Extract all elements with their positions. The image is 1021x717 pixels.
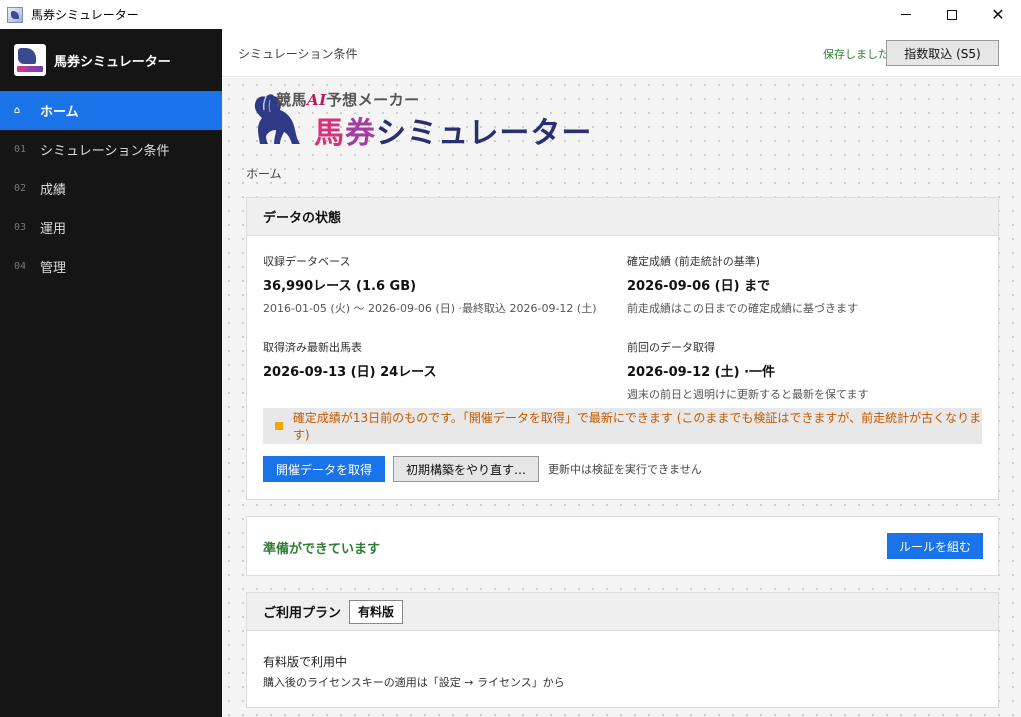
warning-icon — [275, 422, 283, 430]
minimize-icon — [901, 14, 911, 15]
main-content: 競馬AI予想メーカー 馬券シミュレーター ホーム データの状態 収録データベース… — [222, 78, 1021, 717]
database-range: 2016-01-05 (火) ～ 2026-09-06 (日) ·最終取込 20… — [263, 302, 597, 315]
plan-license-note: 購入後のライセンスキーの適用は「設定 → ライセンス」から — [263, 676, 565, 689]
confirmed-results-label: 確定成績 (前走統計の基準) — [627, 255, 761, 268]
previous-fetch-value: 2026-09-12 (土) ·一件 — [627, 365, 776, 380]
logo-subtitle-post: 予想メーカー — [326, 91, 420, 109]
maximize-button[interactable] — [929, 0, 975, 29]
update-note: 更新中は検証を実行できません — [548, 463, 702, 476]
sidebar-brand-name: 馬券シミュレーター — [54, 54, 171, 70]
sidebar-item-number: 04 — [14, 261, 27, 272]
close-icon: ✕ — [991, 4, 1005, 24]
previous-fetch-field: 前回のデータ取得 2026-09-12 (土) ·一件 週末の前日と週明けに更新… — [627, 339, 987, 403]
ready-card: 準備ができています ルールを組む — [246, 516, 999, 576]
maximize-icon — [947, 9, 957, 20]
window-controls: ✕ — [883, 0, 1021, 29]
sidebar: 馬券シミュレーター ⌂ ホーム 01 シミュレーション条件 02 成績 03 運… — [0, 29, 222, 717]
saved-status: 保存しました — [823, 48, 889, 61]
database-field: 収録データベース 36,990レース (1.6 GB) 2016-01-05 (… — [263, 253, 603, 317]
sidebar-item-home[interactable]: ⌂ ホーム — [0, 91, 222, 130]
sidebar-item-admin[interactable]: 04 管理 — [0, 247, 222, 286]
fetch-race-data-button[interactable]: 開催データを取得 — [263, 456, 386, 482]
logo-title-part3: シミュレーター — [376, 116, 593, 151]
sidebar-item-label: 運用 — [40, 222, 67, 237]
breadcrumb: ホーム — [246, 167, 282, 181]
sidebar-item-label: 成績 — [40, 183, 67, 198]
database-value: 36,990レース (1.6 GB) — [263, 279, 417, 294]
plan-header: ご利用プラン 有料版 — [247, 593, 998, 631]
plan-badge: 有料版 — [349, 599, 404, 624]
plan-status-text: 有料版で利用中 — [263, 655, 348, 669]
logo-title: 馬券シミュレーター — [314, 108, 592, 152]
index-import-button[interactable]: 指数取込 (S5) — [886, 40, 999, 66]
previous-fetch-label: 前回のデータ取得 — [627, 341, 715, 354]
logo-title-part2: 券 — [345, 116, 376, 151]
logo-title-part1: 馬 — [314, 116, 345, 151]
build-rule-button[interactable]: ルールを組む — [886, 533, 983, 559]
sidebar-item-label: シミュレーション条件 — [40, 144, 170, 159]
latest-entries-label: 取得済み最新出馬表 — [263, 341, 362, 354]
logo-subtitle-pre: 競馬 — [276, 91, 308, 109]
logo-subtitle-ai: AI — [307, 91, 327, 109]
sidebar-item-operation[interactable]: 03 運用 — [0, 208, 222, 247]
top-header: シミュレーション条件 保存しました 指数取込 (S5) — [222, 29, 1021, 77]
confirmed-results-note: 前走成績はこの日までの確定成績に基づきます — [627, 302, 858, 315]
header-crumb[interactable]: シミュレーション条件 — [238, 45, 358, 62]
sidebar-item-label: ホーム — [40, 105, 79, 120]
logo-subtitle: 競馬AI予想メーカー — [276, 89, 420, 110]
rebuild-initial-button[interactable]: 初期構築をやり直す… — [393, 456, 540, 482]
stale-data-warning: 確定成績が13日前のものです。「開催データを取得」で最新にできます (このままで… — [263, 408, 982, 444]
status-actions: 開催データを取得 初期構築をやり直す… 更新中は検証を実行できません — [263, 456, 702, 482]
close-button[interactable]: ✕ — [975, 0, 1021, 29]
minimize-button[interactable] — [883, 0, 929, 29]
database-label: 収録データベース — [263, 255, 351, 268]
confirmed-results-field: 確定成績 (前走統計の基準) 2026-09-06 (日) まで 前走成績はこの… — [627, 253, 987, 317]
warning-text: 確定成績が13日前のものです。「開催データを取得」で最新にできます (このままで… — [292, 411, 982, 442]
app-icon — [7, 6, 23, 23]
sidebar-item-results[interactable]: 02 成績 — [0, 169, 222, 208]
confirmed-results-value: 2026-09-06 (日) まで — [627, 279, 771, 294]
sidebar-item-number: 01 — [14, 144, 27, 155]
sidebar-item-number: 02 — [14, 183, 27, 194]
window-titlebar: 馬券シミュレーター ✕ — [0, 0, 1021, 29]
latest-entries-value: 2026-09-13 (日) 24レース — [263, 365, 437, 380]
sidebar-brand: 馬券シミュレーター — [0, 29, 222, 91]
previous-fetch-note: 週末の前日と週明けに更新すると最新を保てます — [627, 388, 869, 401]
plan-title: ご利用プラン — [263, 606, 342, 621]
app-logo: 競馬AI予想メーカー 馬券シミュレーター — [246, 88, 646, 152]
window-title: 馬券シミュレーター — [31, 8, 139, 22]
data-status-card: データの状態 収録データベース 36,990レース (1.6 GB) 2016-… — [246, 197, 999, 500]
plan-card: ご利用プラン 有料版 有料版で利用中 購入後のライセンスキーの適用は「設定 → … — [246, 592, 999, 708]
app-logo-icon — [14, 44, 46, 76]
sidebar-item-label: 管理 — [40, 261, 67, 276]
ready-status-text: 準備ができています — [263, 542, 381, 557]
sidebar-item-simulation-conditions[interactable]: 01 シミュレーション条件 — [0, 130, 222, 169]
home-icon: ⌂ — [14, 105, 21, 116]
latest-entries-field: 取得済み最新出馬表 2026-09-13 (日) 24レース — [263, 339, 603, 380]
sidebar-item-number: 03 — [14, 222, 27, 233]
data-status-title: データの状態 — [247, 198, 998, 236]
